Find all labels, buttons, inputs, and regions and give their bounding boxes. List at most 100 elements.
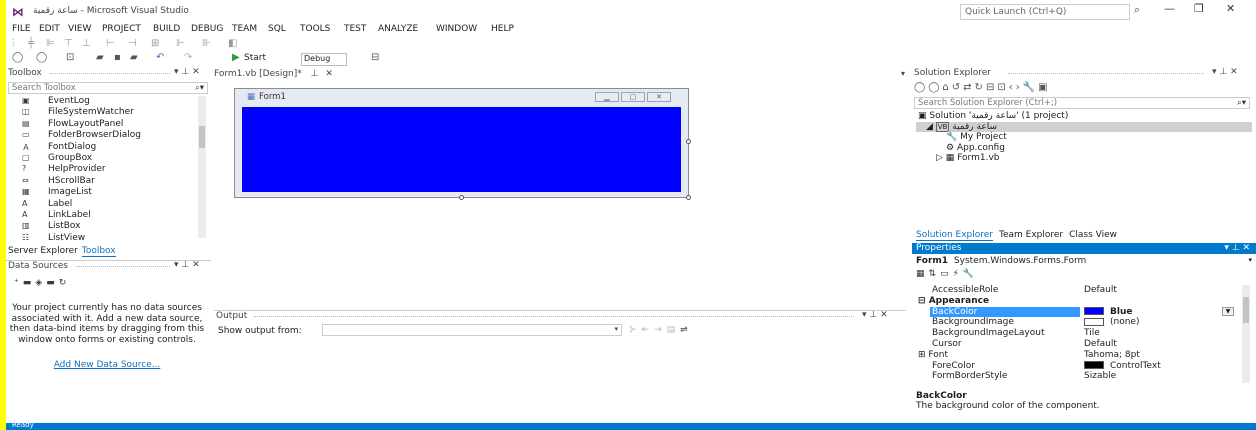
find-in-files-icon[interactable]: ⊟ [371,52,379,63]
save-all-icon[interactable]: ▰ [130,52,138,63]
property-font[interactable]: ⊞ Font Tahoma; 8pt [916,350,1241,361]
expanded-icon[interactable]: ◢ [926,122,933,132]
menu-sql[interactable]: SQL [268,24,286,34]
property-forecolor[interactable]: ForeColor ControlText [916,361,1241,372]
bring-to-front-icon[interactable]: ◧ [228,38,237,49]
form-client-area[interactable] [242,107,681,192]
align-middle-icon[interactable]: ⊥ [82,38,91,49]
menu-edit[interactable]: EDIT [39,24,60,34]
tab-team-explorer[interactable]: Team Explorer [999,230,1063,240]
property-formborderstyle[interactable]: FormBorderStyle Sizable [916,371,1241,382]
property-value[interactable]: Default [1084,339,1117,349]
property-value[interactable]: ControlText [1084,361,1161,371]
menu-test[interactable]: TEST [344,24,366,34]
view-code-icon[interactable]: ‹› [1009,82,1023,93]
toolbox-item-label-control[interactable]: A Label [8,199,198,210]
tab-class-view[interactable]: Class View [1069,230,1117,240]
tree-item-my-project[interactable]: 🔧 My Project [916,132,1252,143]
align-center-icon[interactable]: ╪ [28,38,34,49]
property-pages-icon[interactable]: 🔧 [963,269,978,279]
properties-scrollbar[interactable] [1242,285,1250,383]
undo-icon[interactable]: ↶ [156,52,164,63]
toolbox-item-hscrollbar[interactable]: ⇔ HScrollBar [8,176,198,187]
toolbox-window-buttons[interactable]: ▾ ⊥ ✕ [174,67,200,77]
output-source-select[interactable]: ▾ [322,324,622,336]
search-icon[interactable]: ⌕ [1134,3,1140,17]
document-tab[interactable]: Form1.vb [Design]* ⊥ ✕ [214,69,333,81]
tab-solution-explorer[interactable]: Solution Explorer [916,230,993,241]
properties-view-icon[interactable]: ▭ [940,269,953,279]
property-cursor[interactable]: Cursor Default [916,339,1241,350]
toolbox-item-filesystemwatcher[interactable]: ◫ FileSystemWatcher [8,107,198,118]
scrollbar-thumb[interactable] [199,126,205,148]
start-button[interactable]: Start [244,53,266,63]
solution-config-select[interactable]: Debug [301,53,347,66]
resize-handle-bottom[interactable] [459,195,464,200]
toolbox-item-imagelist[interactable]: ▦ ImageList [8,187,198,198]
resize-handle-corner[interactable] [686,195,691,200]
properties-icon[interactable]: 🔧 [1023,82,1038,93]
menu-debug[interactable]: DEBUG [191,24,223,34]
collapsed-icon[interactable]: ▷ [936,153,943,163]
menu-help[interactable]: HELP [491,24,514,34]
menu-analyze[interactable]: ANALYZE [378,24,418,34]
close-tab-icon[interactable]: ✕ [325,69,333,79]
properties-object-select[interactable]: Form1 System.Windows.Forms.Form ▾ [916,256,1252,266]
start-icon[interactable]: ▶ [232,52,240,63]
restore-button[interactable]: ❐ [1194,2,1204,15]
home-icon[interactable]: ⌂ [942,82,951,93]
collapse-all-icon[interactable]: ⊟ [986,82,997,93]
property-value[interactable]: Tahoma; 8pt [1084,350,1140,360]
navigate-forward-icon[interactable]: ◯ [36,52,47,63]
align-left-icon[interactable]: ⫶ [12,38,15,49]
refresh-icon[interactable]: ↻ [975,82,986,93]
property-backgroundimagelayout[interactable]: BackgroundImageLayout Tile [916,328,1241,339]
property-backgroundimage[interactable]: BackgroundImage (none) [916,317,1241,328]
tab-toolbox[interactable]: Toolbox [81,246,116,257]
tree-item-form1[interactable]: ▷ ▦ Form1.vb [916,153,1252,164]
edit-dataset-icon[interactable]: ◈ [35,278,46,288]
toolbox-item-linklabel[interactable]: A LinkLabel [8,210,198,221]
resize-handle-right[interactable] [686,139,691,144]
events-icon[interactable]: ⚡ [953,269,963,279]
toolbox-item-listbox[interactable]: ▥ ListBox [8,221,198,232]
tree-item-project[interactable]: ◢ VB ساعة رقمية [916,121,1252,132]
property-value[interactable]: Tile [1084,328,1100,338]
alphabetical-icon[interactable]: ⇅ [929,269,941,279]
toolbox-item-helpprovider[interactable]: ? HelpProvider [8,164,198,175]
navigate-back-icon[interactable]: ◯ [12,52,23,63]
open-file-icon[interactable]: ▰ [96,52,104,63]
forward-icon[interactable]: ◯ [928,82,942,93]
property-value[interactable]: Sizable [1084,371,1116,381]
properties-window-buttons[interactable]: ▾ ⊥ ✕ [1224,243,1250,253]
clear-all-icon[interactable]: ▤ [667,325,681,335]
previous-message-icon[interactable]: ⇤ [642,325,655,335]
document-dropdown-icon[interactable]: ▾ [901,69,905,78]
menu-team[interactable]: TEAM [232,24,257,34]
size-to-grid-icon[interactable]: ⊞ [151,38,159,49]
property-value[interactable]: Blue [1084,307,1132,317]
menu-window[interactable]: WINDOW [436,24,477,34]
toolbox-scrollbar[interactable] [198,96,206,238]
save-icon[interactable]: ▪ [114,52,121,63]
solution-explorer-search-input[interactable]: Search Solution Explorer (Ctrl+;) ⌕▾ [914,97,1250,109]
form-window[interactable]: ▦ Form1 ▁ ▢ ✕ [234,88,691,200]
menu-build[interactable]: BUILD [153,24,180,34]
redo-icon[interactable]: ↷ [184,52,192,63]
data-sources-window-buttons[interactable]: ▾ ⊥ ✕ [174,260,200,270]
property-value[interactable]: (none) [1084,317,1139,327]
tab-server-explorer[interactable]: Server Explorer [8,246,78,256]
toolbox-item-groupbox[interactable]: ▢ GroupBox [8,153,198,164]
pin-icon[interactable]: ⊥ [311,69,319,79]
solution-explorer-window-buttons[interactable]: ▾ ⊥ ✕ [1212,67,1238,77]
chevron-down-icon[interactable]: ▼ [1222,306,1234,316]
sync-icon[interactable]: ⇄ [963,82,974,93]
align-right-icon[interactable]: ⊫ [46,38,55,49]
toolbox-item-fontdialog[interactable]: Ａ FontDialog [8,142,198,153]
menu-view[interactable]: VIEW [68,24,91,34]
vertical-spacing-icon[interactable]: ⊪ [202,38,211,49]
align-top-icon[interactable]: ⊤ [64,38,73,49]
categorized-icon[interactable]: ▦ [916,269,929,279]
find-message-icon[interactable]: ⊱ [629,325,642,335]
tree-item-app-config[interactable]: ⚙ App.config [916,143,1252,154]
